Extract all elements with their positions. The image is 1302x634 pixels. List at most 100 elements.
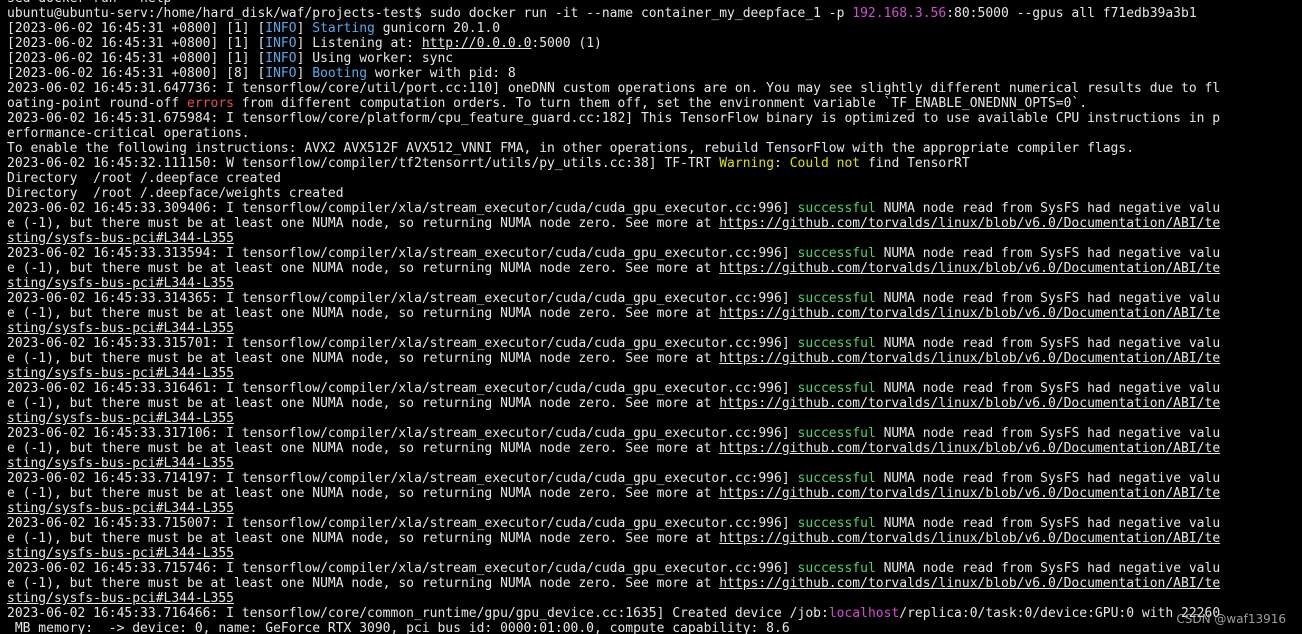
terminal-line: Directory /root /.deepface/weights creat… <box>7 186 1302 201</box>
terminal-text: MB memory: -> device: 0, name: GeForce R… <box>7 621 790 634</box>
terminal-link[interactable]: http://0.0.0.0 <box>422 36 532 51</box>
terminal-text: e (-1), but there must be at least one N… <box>7 486 720 501</box>
terminal-line: e (-1), but there must be at least one N… <box>7 531 1302 546</box>
terminal-link[interactable]: sting/sysfs-bus-pci#L344-L355 <box>7 546 234 561</box>
terminal-text: :80:5000 --gpus all f71edb39a3b1 <box>946 6 1197 21</box>
terminal-line: sting/sysfs-bus-pci#L344-L355 <box>7 546 1302 561</box>
terminal-output[interactable]: sed docker run --helpubuntu@ubuntu-serv:… <box>7 0 1302 634</box>
terminal-text: find TensorRT <box>860 156 970 171</box>
terminal-link[interactable]: https://github.com/torvalds/linux/blob/v… <box>719 216 1220 231</box>
terminal-text: successful <box>797 246 876 261</box>
terminal-text: : <box>774 156 790 171</box>
terminal-line: [2023-06-02 16:45:31 +0800] [1] [INFO] S… <box>7 21 1302 36</box>
terminal-line: 2023-06-02 16:45:32.111150: W tensorflow… <box>7 156 1302 171</box>
terminal-text: /replica:0/task:0/device:GPU:0 with 2226… <box>899 606 1221 621</box>
terminal-link[interactable]: sting/sysfs-bus-pci#L344-L355 <box>7 321 234 336</box>
terminal-text: successful <box>797 561 876 576</box>
terminal-text: 192.168.3.56 <box>852 6 947 21</box>
terminal-text: Directory /root /.deepface/weights creat… <box>7 186 344 201</box>
terminal-text: To enable the following instructions: AV… <box>7 141 1135 156</box>
terminal-line: 2023-06-02 16:45:33.714197: I tensorflow… <box>7 471 1302 486</box>
terminal-link[interactable]: sting/sysfs-bus-pci#L344-L355 <box>7 276 234 291</box>
terminal-link[interactable]: https://github.com/torvalds/linux/blob/v… <box>719 531 1220 546</box>
terminal-text: 2023-06-02 16:45:33.716466: I tensorflow… <box>7 606 829 621</box>
terminal-link[interactable]: https://github.com/torvalds/linux/blob/v… <box>719 396 1220 411</box>
terminal-text: NUMA node read from SysFS had negative v… <box>875 471 1221 486</box>
terminal-text: Starting <box>312 21 375 36</box>
terminal-line: e (-1), but there must be at least one N… <box>7 261 1302 276</box>
terminal-text: successful <box>797 381 876 396</box>
terminal-link[interactable]: https://github.com/torvalds/linux/blob/v… <box>719 576 1220 591</box>
terminal-text: successful <box>797 471 876 486</box>
terminal-line: e (-1), but there must be at least one N… <box>7 216 1302 231</box>
terminal-line: sting/sysfs-bus-pci#L344-L355 <box>7 591 1302 606</box>
terminal-text: 2023-06-02 16:45:31.647736: I tensorflow… <box>7 81 1221 96</box>
terminal-line: e (-1), but there must be at least one N… <box>7 576 1302 591</box>
terminal-text: NUMA node read from SysFS had negative v… <box>875 291 1221 306</box>
terminal-text: 2023-06-02 16:45:32.111150: W tensorflow… <box>7 156 720 171</box>
terminal-text: oating-point round-off <box>7 96 188 111</box>
terminal-text: successful <box>797 516 876 531</box>
terminal-text: NUMA node read from SysFS had negative v… <box>875 201 1221 216</box>
terminal-text: ubuntu@ubuntu-serv:/home/hard_disk/waf/p… <box>7 6 853 21</box>
terminal-text: :5000 (1) <box>531 36 602 51</box>
terminal-text: localhost <box>828 606 900 621</box>
terminal-text: 2023-06-02 16:45:33.714197: I tensorflow… <box>7 471 798 486</box>
terminal-text: Directory /root /.deepface created <box>7 171 281 186</box>
terminal-text: NUMA node read from SysFS had negative v… <box>875 336 1221 351</box>
terminal-text: 2023-06-02 16:45:33.309406: I tensorflow… <box>7 201 798 216</box>
terminal-line: sting/sysfs-bus-pci#L344-L355 <box>7 501 1302 516</box>
terminal-line: 2023-06-02 16:45:33.715746: I tensorflow… <box>7 561 1302 576</box>
terminal-line: [2023-06-02 16:45:31 +0800] [1] [INFO] L… <box>7 36 1302 51</box>
terminal-link[interactable]: sting/sysfs-bus-pci#L344-L355 <box>7 366 234 381</box>
terminal-text: NUMA node read from SysFS had negative v… <box>875 426 1221 441</box>
terminal-link[interactable]: sting/sysfs-bus-pci#L344-L355 <box>7 456 234 471</box>
terminal-line: sting/sysfs-bus-pci#L344-L355 <box>7 456 1302 471</box>
terminal-text: e (-1), but there must be at least one N… <box>7 261 720 276</box>
terminal-text: [2023-06-02 16:45:31 +0800] [8] [ <box>7 66 266 81</box>
terminal-line: 2023-06-02 16:45:33.317106: I tensorflow… <box>7 426 1302 441</box>
terminal-text: 2023-06-02 16:45:33.314365: I tensorflow… <box>7 291 798 306</box>
terminal-text: 2023-06-02 16:45:33.316461: I tensorflow… <box>7 381 798 396</box>
terminal-link[interactable]: sting/sysfs-bus-pci#L344-L355 <box>7 411 234 426</box>
terminal-line: e (-1), but there must be at least one N… <box>7 351 1302 366</box>
terminal-text: [2023-06-02 16:45:31 +0800] [1] [ <box>7 36 266 51</box>
terminal-text: successful <box>797 291 876 306</box>
terminal-link[interactable]: https://github.com/torvalds/linux/blob/v… <box>719 306 1220 321</box>
terminal-text: 2023-06-02 16:45:33.715746: I tensorflow… <box>7 561 798 576</box>
terminal-line: 2023-06-02 16:45:31.675984: I tensorflow… <box>7 111 1302 126</box>
terminal-text: 2023-06-02 16:45:33.313594: I tensorflow… <box>7 246 798 261</box>
terminal-line: sting/sysfs-bus-pci#L344-L355 <box>7 411 1302 426</box>
terminal-text: NUMA node read from SysFS had negative v… <box>875 246 1221 261</box>
terminal-link[interactable]: https://github.com/torvalds/linux/blob/v… <box>719 261 1220 276</box>
terminal-text: INFO <box>265 21 297 36</box>
terminal-text: successful <box>797 426 876 441</box>
terminal-link[interactable]: https://github.com/torvalds/linux/blob/v… <box>719 441 1220 456</box>
terminal-window[interactable]: sed docker run --helpubuntu@ubuntu-serv:… <box>0 0 1302 634</box>
terminal-text: gunicorn 20.1.0 <box>374 21 501 36</box>
terminal-link[interactable]: https://github.com/torvalds/linux/blob/v… <box>719 486 1220 501</box>
terminal-text: Warning <box>719 156 775 171</box>
terminal-text: e (-1), but there must be at least one N… <box>7 441 720 456</box>
terminal-text: 2023-06-02 16:45:31.675984: I tensorflow… <box>7 111 1221 126</box>
terminal-text: INFO <box>265 66 297 81</box>
terminal-line: erformance-critical operations. <box>7 126 1302 141</box>
terminal-line: sting/sysfs-bus-pci#L344-L355 <box>7 321 1302 336</box>
terminal-text: INFO <box>265 51 297 66</box>
terminal-line: [2023-06-02 16:45:31 +0800] [8] [INFO] B… <box>7 66 1302 81</box>
terminal-link[interactable]: sting/sysfs-bus-pci#L344-L355 <box>7 591 234 606</box>
terminal-line: e (-1), but there must be at least one N… <box>7 441 1302 456</box>
terminal-line: e (-1), but there must be at least one N… <box>7 396 1302 411</box>
terminal-text: NUMA node read from SysFS had negative v… <box>875 561 1221 576</box>
terminal-link[interactable]: sting/sysfs-bus-pci#L344-L355 <box>7 231 234 246</box>
terminal-text: errors <box>187 96 234 111</box>
terminal-text: worker with pid: 8 <box>367 66 516 81</box>
terminal-text: 2023-06-02 16:45:33.317106: I tensorflow… <box>7 426 798 441</box>
terminal-link[interactable]: https://github.com/torvalds/linux/blob/v… <box>719 351 1220 366</box>
terminal-text: e (-1), but there must be at least one N… <box>7 216 720 231</box>
watermark: CSDN @waf13916 <box>1176 612 1286 626</box>
terminal-link[interactable]: sting/sysfs-bus-pci#L344-L355 <box>7 501 234 516</box>
terminal-line: 2023-06-02 16:45:31.647736: I tensorflow… <box>7 81 1302 96</box>
terminal-text: e (-1), but there must be at least one N… <box>7 306 720 321</box>
terminal-line: 2023-06-02 16:45:33.309406: I tensorflow… <box>7 201 1302 216</box>
